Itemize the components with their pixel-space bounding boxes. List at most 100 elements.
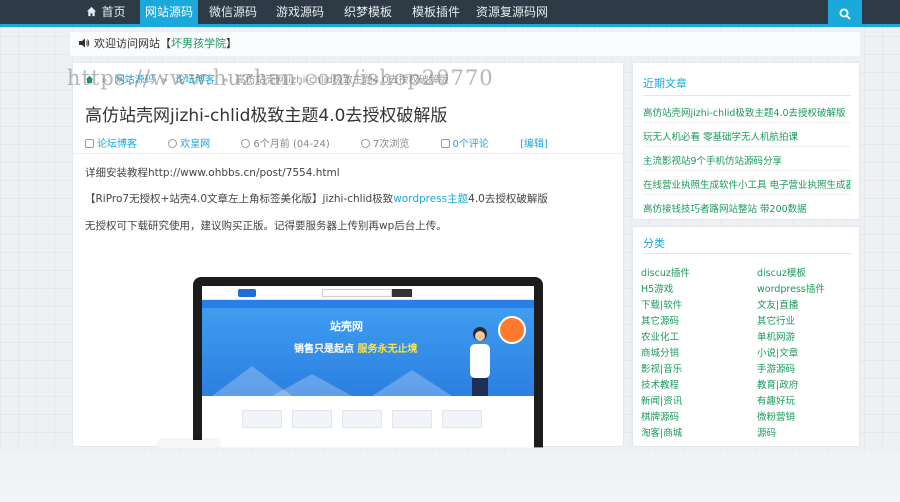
meta-divider: [73, 153, 623, 154]
breadcrumb: » 网站源码 » 论坛博客 » 高仿站壳网jizhi-chlid极致主题4.0去…: [85, 71, 449, 86]
search-button[interactable]: [828, 0, 862, 27]
nav-item-wechat-source[interactable]: 微信源码: [202, 0, 264, 24]
category-link[interactable]: 有趣好玩: [757, 393, 795, 407]
meta-category-link[interactable]: 论坛博客: [97, 139, 137, 150]
meta-comments-link[interactable]: 0个评论: [453, 139, 489, 150]
preview-brand: 站壳网: [330, 320, 363, 333]
recent-post-link[interactable]: 高仿站壳网jizhi-chlid极致主题4.0去授权破解版: [643, 105, 851, 119]
meta-author-link[interactable]: 欢皇网: [180, 139, 210, 150]
mountain-shape: [272, 374, 352, 396]
preview-search: [322, 289, 392, 297]
person-illustration: [470, 327, 490, 396]
category-link[interactable]: 淘客|商城: [641, 425, 682, 439]
breadcrumb-separator: »: [222, 75, 229, 86]
recent-post-link[interactable]: 玩无人机必看 零基础学无人机航拍课: [643, 129, 851, 143]
nav-item-label: 模板插件: [411, 5, 460, 19]
recent-post-link[interactable]: 主流影视站9个手机仿站源码分享: [643, 153, 851, 167]
search-icon: [839, 8, 851, 20]
article-paragraph-2: 【RiPro7无授权+站壳4.0文章左上角标签美化版】jizhi-chlid极致…: [85, 191, 548, 206]
category-link[interactable]: 单机网游: [757, 329, 795, 343]
breadcrumb-separator: »: [101, 75, 108, 86]
list-divider: [643, 122, 851, 123]
welcome-bar: 欢迎访问网站【坏男孩学院】: [70, 32, 860, 56]
breadcrumb-separator: »: [161, 75, 168, 86]
nav-item-template-plugins[interactable]: 模板插件: [404, 0, 468, 24]
preview-banner: 站壳网 销售只是起点 服务永无止境: [202, 308, 534, 396]
article-meta: 论坛博客 欢皇网 6个月前 (04-24) 7次浏览 0个评论 [编辑]: [85, 135, 562, 150]
category-link[interactable]: 其它行业: [757, 313, 795, 327]
preview-tile: [342, 410, 382, 428]
slogan-highlight: 服务永无止境: [357, 344, 418, 355]
category-link[interactable]: 手游源码: [757, 361, 795, 375]
preview-slogan: 销售只是起点 服务永无止境: [294, 340, 417, 355]
category-link[interactable]: 下载|软件: [641, 297, 682, 311]
eye-icon: [360, 139, 370, 148]
paragraph-text: 4.0去授权破解版: [468, 193, 548, 205]
recent-post-link[interactable]: 在线营业执照生成软件小工具 电子营业执照生成器: [643, 177, 851, 191]
nav-item-dede-templates[interactable]: 织梦模板: [336, 0, 400, 24]
category-link[interactable]: 技术教程: [641, 377, 679, 391]
preview-header: [202, 286, 534, 300]
meta-time-text: 6个月前 (04-24): [253, 139, 330, 150]
widget-title-divider: [643, 253, 851, 254]
article-paragraph-3: 无授权可下载研究使用，建议购买正版。记得要服务器上传别再wp后台上传。: [85, 220, 447, 232]
laptop-screen: 站壳网 销售只是起点 服务永无止境: [202, 286, 534, 448]
edit-link[interactable]: [编辑]: [520, 139, 548, 150]
meta-comments: 0个评论: [440, 139, 503, 150]
preview-tile: [442, 410, 482, 428]
breadcrumb-current: 高仿站壳网jizhi-chlid极致主题4.0去授权破解版: [235, 75, 449, 86]
recent-posts-title: 近期文章: [643, 77, 687, 90]
categories-widget: 分类 discuz插件 discuz模板 H5游戏 wordpress插件 下载…: [632, 226, 860, 447]
category-link[interactable]: 新闻|资讯: [641, 393, 682, 407]
list-divider: [643, 146, 851, 147]
nav-item-resource-source[interactable]: 资源复源码网: [472, 0, 552, 24]
list-divider: [643, 194, 851, 195]
category-link[interactable]: wordpress插件: [757, 281, 825, 295]
preview-nav: [202, 300, 534, 308]
category-link[interactable]: 其它源码: [641, 313, 679, 327]
home-icon: [87, 6, 97, 17]
clock-icon: [241, 139, 251, 148]
promo-badge: [498, 316, 526, 344]
category-link[interactable]: 源码: [757, 425, 776, 439]
paragraph-text: 【RiPro7无授权+站壳4.0文章左上角标签美化版】jizhi-chlid极致: [85, 193, 394, 205]
category-link[interactable]: 文友|直播: [757, 297, 798, 311]
welcome-suffix: 】: [226, 37, 237, 50]
meta-views-text: 7次浏览: [372, 139, 410, 150]
page-bottom-fade: [0, 447, 900, 502]
category-link[interactable]: H5游戏: [641, 281, 673, 295]
welcome-site-name[interactable]: 坏男孩学院: [171, 37, 226, 50]
recent-post-link[interactable]: 高仿接钱技巧者路网站整站 带200数据: [643, 201, 851, 215]
nav-item-home[interactable]: 首页: [72, 0, 140, 24]
breadcrumb-item-forum-blog[interactable]: 论坛博客: [175, 75, 215, 86]
breadcrumb-item-website-source[interactable]: 网站源码: [115, 75, 155, 86]
welcome-prefix: 欢迎访问网站【: [94, 37, 171, 50]
category-link[interactable]: 棋牌源码: [641, 409, 679, 423]
preview-tile: [292, 410, 332, 428]
category-link[interactable]: 教育|政府: [757, 377, 798, 391]
nav-item-label: 资源复源码网: [475, 5, 548, 19]
category-link[interactable]: discuz插件: [641, 265, 690, 279]
preview-body: [202, 396, 534, 448]
category-link[interactable]: 影视|音乐: [641, 361, 682, 375]
preview-search-button: [392, 289, 412, 297]
nav-item-label: 游戏源码: [275, 5, 324, 19]
preview-logo: [238, 289, 256, 297]
wordpress-theme-link[interactable]: wordpress主题: [393, 193, 468, 205]
categories-title: 分类: [643, 237, 665, 250]
folder-icon: [85, 139, 94, 148]
category-link[interactable]: 商城分销: [641, 345, 679, 359]
category-link[interactable]: discuz模板: [757, 265, 806, 279]
category-link[interactable]: 农业化工: [641, 329, 679, 343]
meta-author: 欢皇网: [168, 139, 224, 150]
article-card: » 网站源码 » 论坛博客 » 高仿站壳网jizhi-chlid极致主题4.0去…: [67, 62, 624, 448]
preview-tile: [392, 410, 432, 428]
category-link[interactable]: 小说|文章: [757, 345, 798, 359]
nav-item-game-source[interactable]: 游戏源码: [268, 0, 332, 24]
nav-item-website-source[interactable]: 网站源码: [140, 0, 198, 24]
user-icon: [168, 139, 178, 148]
category-link[interactable]: 微粉营销: [757, 409, 795, 423]
recent-posts-widget: 近期文章 高仿站壳网jizhi-chlid极致主题4.0去授权破解版 玩无人机必…: [632, 62, 860, 220]
nav-item-label: 首页: [101, 5, 126, 19]
home-icon[interactable]: [85, 75, 94, 84]
